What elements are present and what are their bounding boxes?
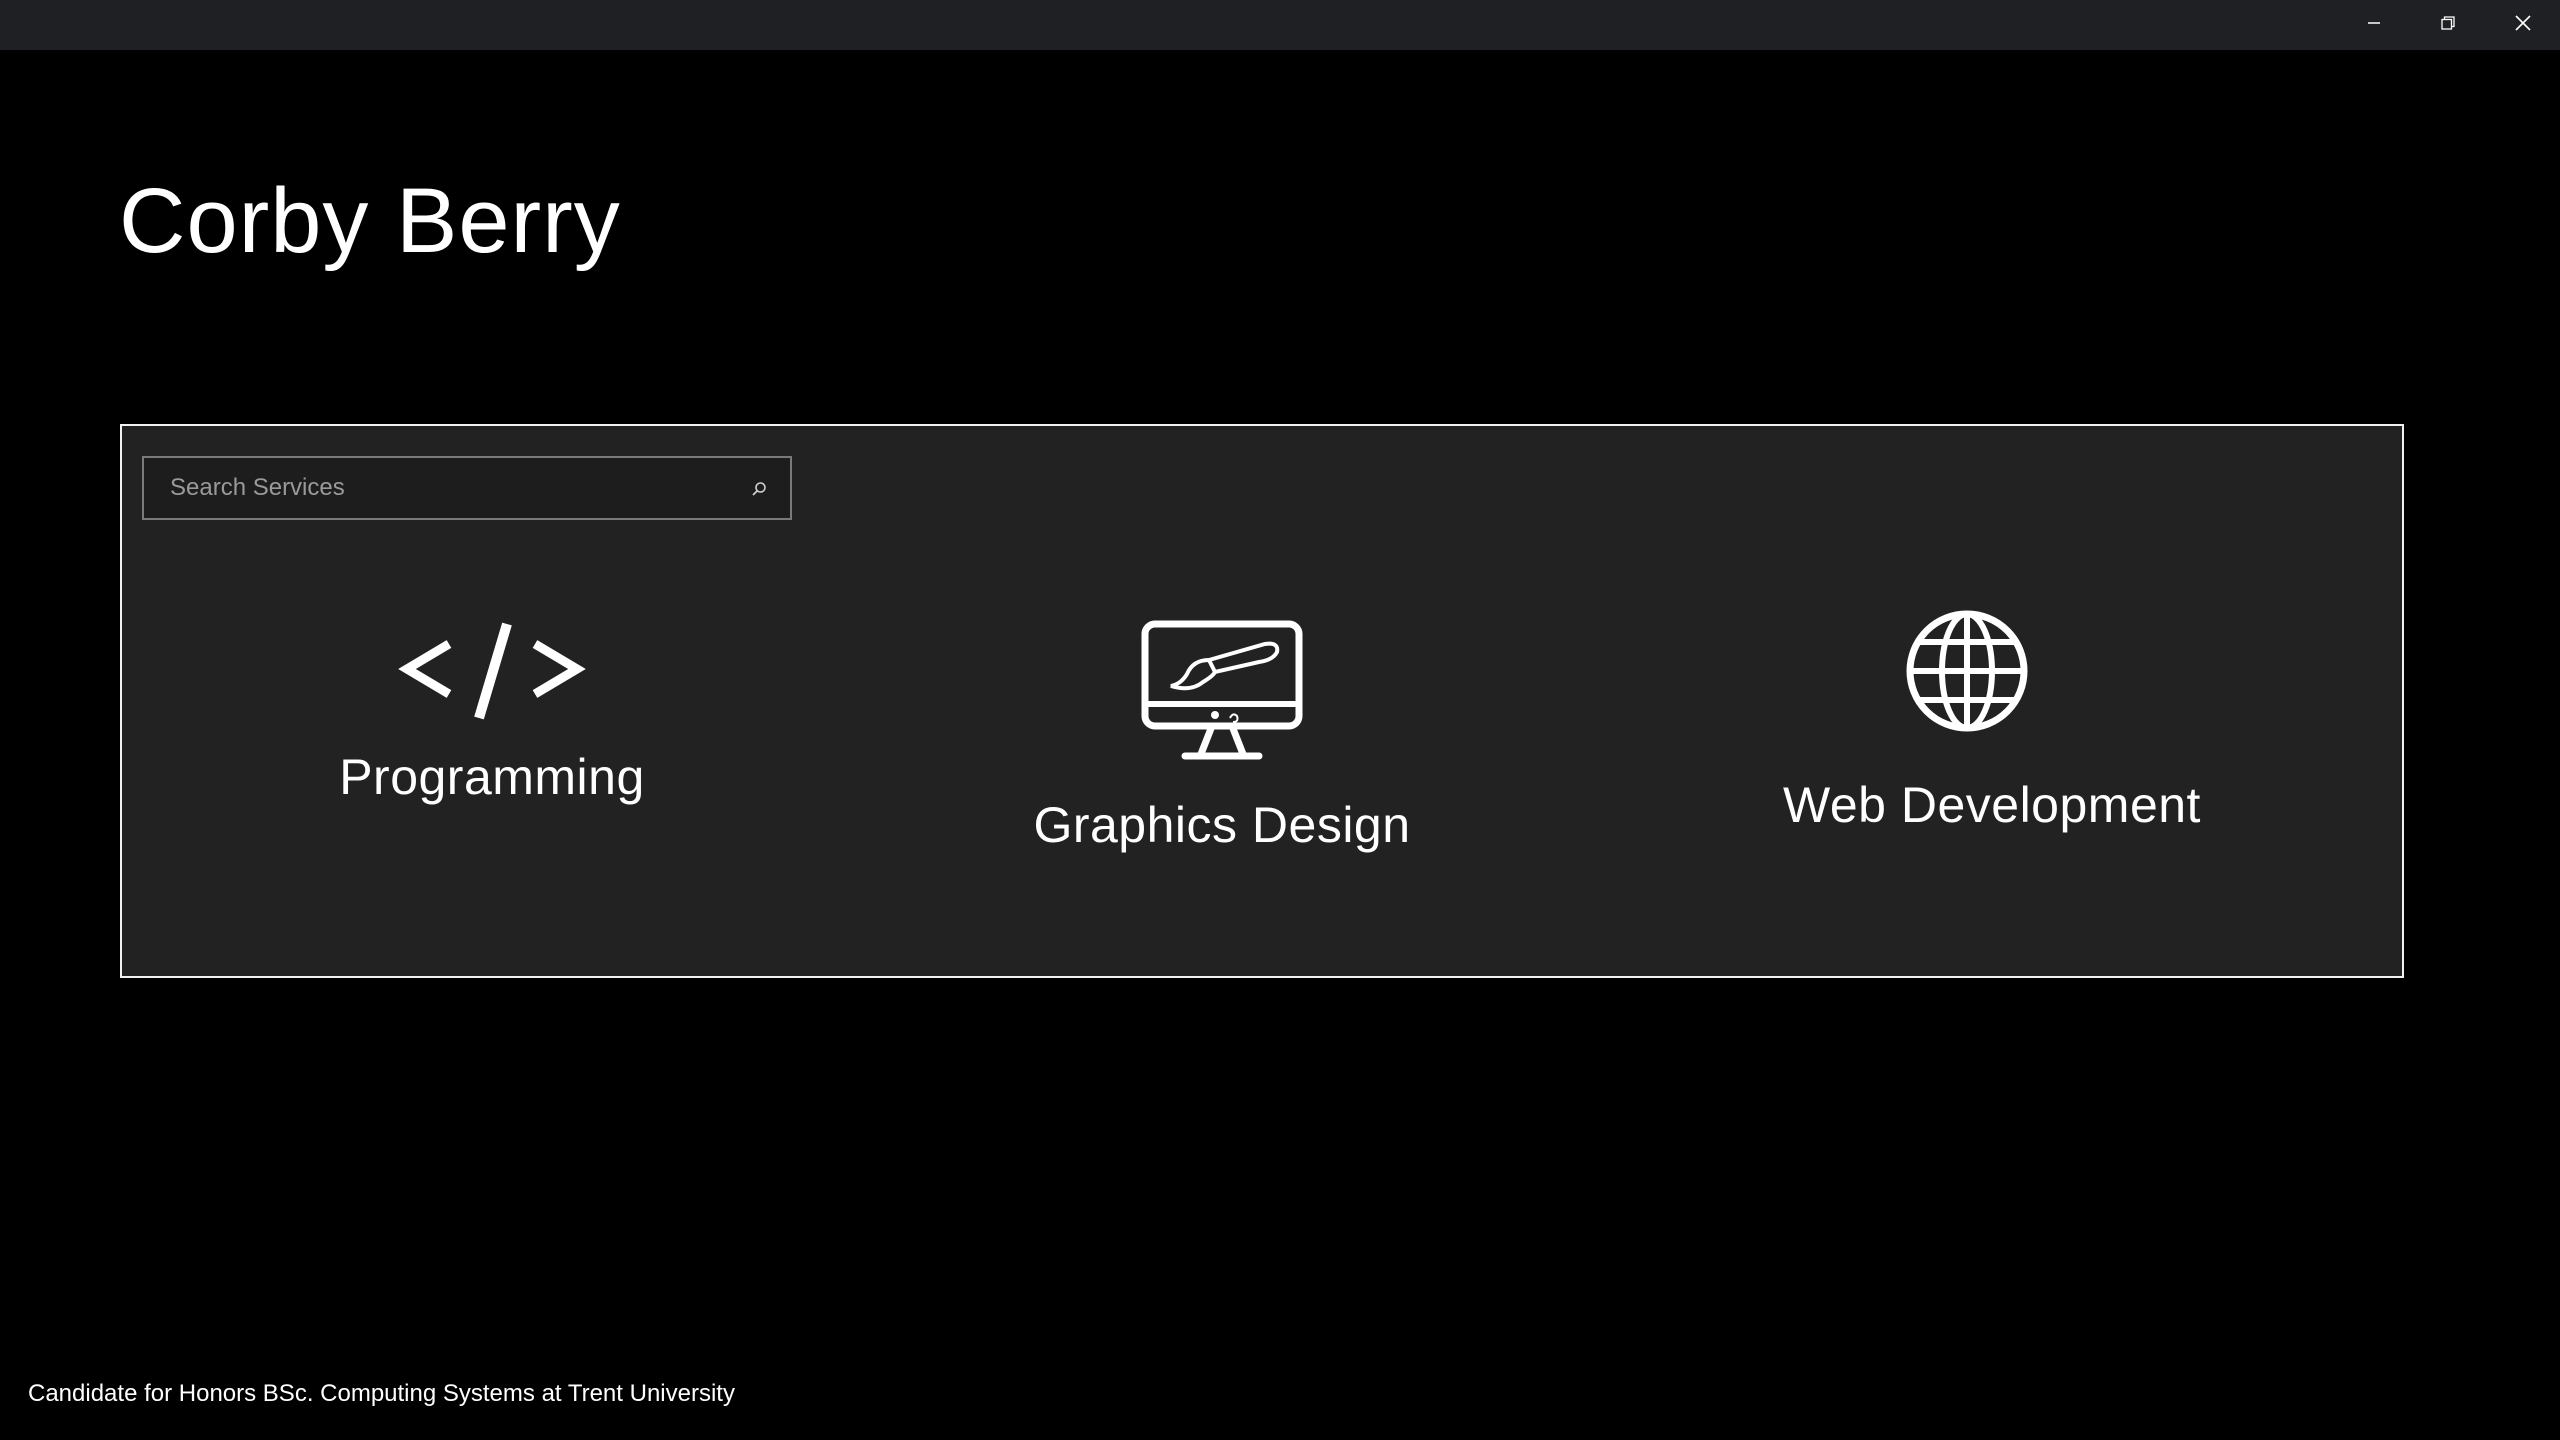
service-programming[interactable]: Programming: [302, 616, 682, 806]
restore-icon: [2441, 16, 2455, 30]
minimize-button[interactable]: [2337, 0, 2411, 46]
monitor-brush-icon: [1141, 620, 1303, 760]
service-label: Programming: [339, 749, 645, 805]
page-title: Corby Berry: [119, 170, 621, 272]
services-panel: Programming Graphics Design Web Developm…: [120, 424, 2404, 978]
service-graphics-design[interactable]: Graphics Design: [982, 616, 1462, 854]
search-input[interactable]: [144, 458, 790, 518]
code-icon: [398, 622, 586, 720]
globe-icon: [1906, 610, 2028, 732]
close-button[interactable]: [2486, 0, 2560, 46]
close-icon: [2515, 15, 2531, 31]
footer-caption: Candidate for Honors BSc. Computing Syst…: [28, 1380, 735, 1407]
restore-button[interactable]: [2411, 0, 2485, 46]
service-web-development[interactable]: Web Development: [1782, 606, 2202, 834]
minimize-icon: [2368, 22, 2380, 24]
service-label: Graphics Design: [1033, 797, 1411, 853]
window-titlebar: [0, 0, 2560, 50]
search-icon[interactable]: [750, 480, 768, 498]
search-box[interactable]: [142, 456, 792, 520]
service-label: Web Development: [1783, 777, 2201, 833]
